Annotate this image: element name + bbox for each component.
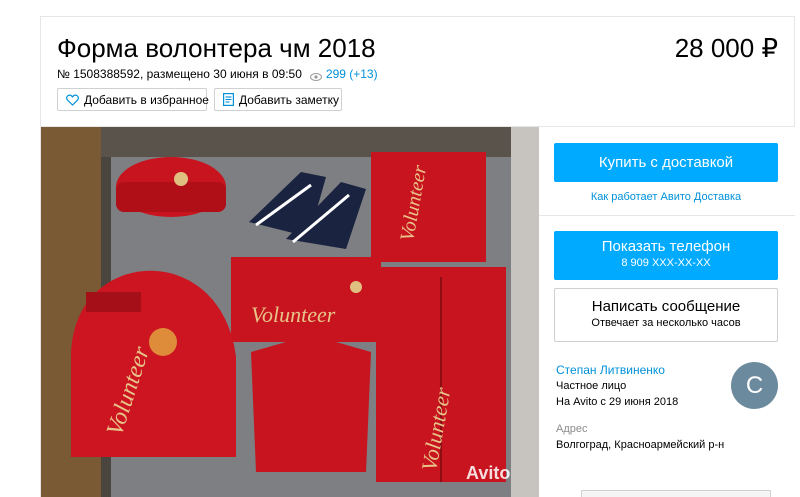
avito-watermark: Avito	[466, 463, 510, 483]
add-note-label: Добавить заметку	[239, 92, 339, 107]
seller-since: На Avito с 29 июня 2018	[556, 396, 679, 408]
buy-with-delivery-button[interactable]: Купить с доставкой	[554, 143, 778, 182]
eye-icon	[309, 70, 322, 81]
address-value: Волгоград, Красноармейский р-н	[556, 439, 725, 451]
listing-meta: № 1508388592, размещено 30 июня в 09:50 …	[57, 67, 378, 81]
add-to-favorites-label: Добавить в избранное	[84, 92, 209, 107]
seller-name-link[interactable]: Степан Литвиненко	[556, 363, 665, 377]
phone-number-masked: 8 909 XXX-XX-XX	[621, 257, 711, 269]
show-phone-button[interactable]: Показать телефон 8 909 XXX-XX-XX	[554, 231, 778, 280]
note-icon	[223, 93, 234, 106]
write-message-button[interactable]: Написать сообщение Отвечает за несколько…	[554, 288, 778, 342]
listing-title: Форма волонтера чм 2018	[57, 33, 376, 63]
seller-type: Частное лицо	[556, 380, 627, 392]
response-time-text: Отвечает за несколько часов	[591, 317, 741, 329]
listing-photo[interactable]: Volunteer Volunteer Volunteer Volunteer …	[41, 127, 539, 497]
photo-text-volunteer: Volunteer	[251, 302, 336, 327]
show-phone-label: Показать телефон	[601, 238, 731, 255]
add-note-button[interactable]: Добавить заметку	[214, 88, 342, 111]
sidebar-divider	[539, 215, 795, 216]
listing-price: 28 000 ₽	[674, 33, 778, 63]
write-message-label: Написать сообщение	[591, 298, 741, 315]
avatar[interactable]: С	[731, 362, 778, 409]
heart-icon	[66, 94, 79, 106]
address-label: Адрес	[556, 423, 588, 435]
add-to-favorites-button[interactable]: Добавить в избранное	[57, 88, 209, 111]
delivery-info-link[interactable]: Как работает Авито Доставка	[554, 191, 778, 203]
bottom-panel-edge	[581, 490, 771, 497]
listing-meta-text: № 1508388592, размещено 30 июня в 09:50	[57, 67, 302, 81]
views-count: 299 (+13)	[325, 67, 378, 81]
